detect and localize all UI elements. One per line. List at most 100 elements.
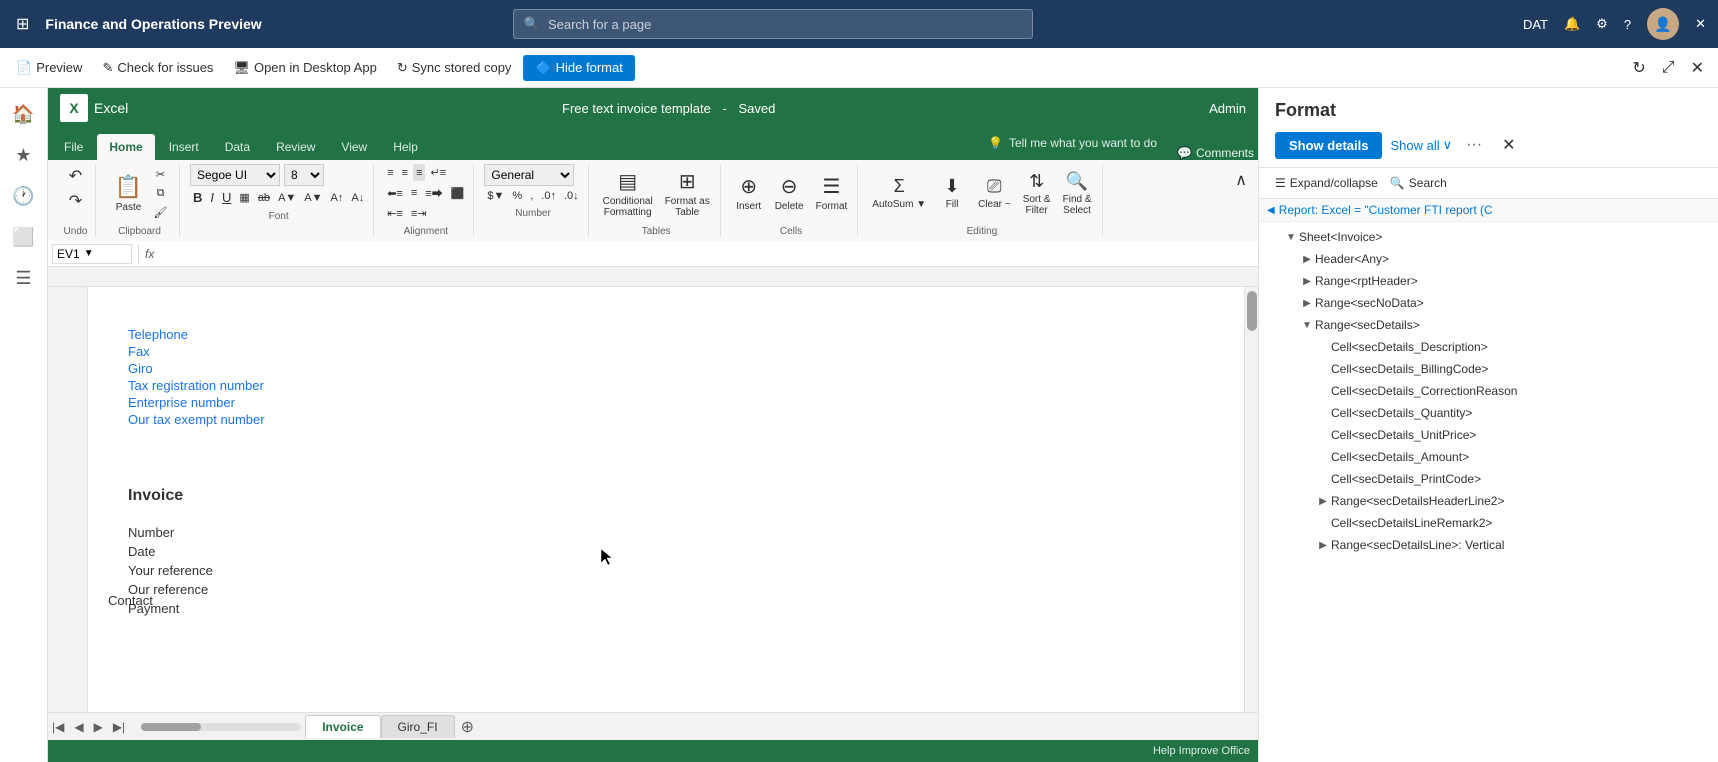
formula-input[interactable] <box>158 247 1254 261</box>
close-panel-button[interactable]: ✕ <box>1685 54 1710 82</box>
more-options-button[interactable]: ··· <box>1460 134 1488 156</box>
sidebar-star-icon[interactable]: ★ <box>7 137 39 174</box>
decrease-decimal-button[interactable]: .0↓ <box>561 188 582 204</box>
close-window-icon[interactable]: ✕ <box>1695 16 1706 32</box>
tree-cell-secDetails-amount[interactable]: ▶ Cell<secDetails_Amount> <box>1259 446 1718 468</box>
help-icon[interactable]: ? <box>1624 17 1631 32</box>
expand-collapse-button[interactable]: ☰ Expand/collapse <box>1275 176 1378 190</box>
sheet-tab-giro-fi[interactable]: Giro_FI <box>381 715 455 738</box>
refresh-button[interactable]: ↻ <box>1626 54 1651 82</box>
fill-button[interactable]: ⬇ Fill <box>934 174 970 212</box>
number-format-select[interactable]: General <box>484 164 574 186</box>
tab-view[interactable]: View <box>329 134 379 160</box>
tab-review[interactable]: Review <box>264 134 327 160</box>
tax-reg-link[interactable]: Tax registration number <box>128 378 1218 393</box>
decrease-indent-button[interactable]: ⇤≡ <box>384 205 406 222</box>
align-right-button[interactable]: ≡⮕ <box>422 183 445 203</box>
tree-cell-secDetails-unitprice[interactable]: ▶ Cell<secDetails_UnitPrice> <box>1259 424 1718 446</box>
add-sheet-button[interactable]: ⊕ <box>455 715 480 739</box>
cut-button[interactable]: ✂ <box>151 166 171 183</box>
highlight-color-button[interactable]: A▼ <box>275 190 299 206</box>
align-left-button[interactable]: ⬅≡ <box>384 183 406 203</box>
tree-cell-secDetails-desc[interactable]: ▶ Cell<secDetails_Description> <box>1259 336 1718 358</box>
sidebar-home-icon[interactable]: 🏠 <box>4 96 42 133</box>
tax-exempt-link[interactable]: Our tax exempt number <box>128 412 1218 427</box>
sort-filter-button[interactable]: ⇅ Sort &Filter <box>1019 169 1055 218</box>
user-avatar[interactable]: 👤 <box>1647 8 1679 40</box>
check-issues-button[interactable]: ✎ Check for issues <box>94 56 221 80</box>
tab-home[interactable]: Home <box>97 134 154 160</box>
settings-icon[interactable]: ⚙ <box>1596 16 1608 32</box>
tree-header-any[interactable]: ▶ Header<Any> <box>1259 248 1718 270</box>
sidebar-modules-icon[interactable]: ☰ <box>7 260 39 297</box>
tree-cell-secDetails-qty[interactable]: ▶ Cell<secDetails_Quantity> <box>1259 402 1718 424</box>
percent-button[interactable]: % <box>509 188 525 204</box>
search-input[interactable] <box>548 17 1022 32</box>
increase-decimal-button[interactable]: .0↑ <box>538 188 559 204</box>
undo-button[interactable]: ↶ <box>66 164 85 188</box>
sidebar-workspace-icon[interactable]: ⬜ <box>4 219 42 256</box>
show-all-button[interactable]: Show all ∨ <box>1390 137 1452 153</box>
copy-button[interactable]: ⧉ <box>151 185 171 202</box>
wrap-text-button[interactable]: ↵≡ <box>427 164 449 181</box>
strikethrough-button[interactable]: ab <box>255 190 273 206</box>
tree-range-secDetailsHeaderLine2[interactable]: ▶ Range<secDetailsHeaderLine2> <box>1259 490 1718 512</box>
tab-file[interactable]: File <box>52 134 95 160</box>
clear-button[interactable]: ⎚ Clear ~ <box>974 174 1015 212</box>
italic-button[interactable]: I <box>207 188 217 207</box>
insert-button[interactable]: ⊕ Insert <box>731 172 767 214</box>
autosum-button[interactable]: Σ AutoSum ▼ <box>868 174 930 212</box>
tab-insert[interactable]: Insert <box>157 134 211 160</box>
horizontal-scrollbar[interactable] <box>141 723 301 731</box>
search-panel-button[interactable]: 🔍 Search <box>1390 176 1447 190</box>
preview-button[interactable]: 📄 Preview <box>8 56 90 80</box>
format-painter-button[interactable]: 🖌 <box>151 204 171 221</box>
close-format-panel-button[interactable]: ✕ <box>1496 131 1521 159</box>
increase-indent-button[interactable]: ≡⇥ <box>408 205 430 222</box>
open-desktop-button[interactable]: 🖥 Open in Desktop App <box>225 56 384 80</box>
sheet-tab-invoice[interactable]: Invoice <box>305 715 380 738</box>
fax-link[interactable]: Fax <box>128 344 1218 359</box>
first-sheet-button[interactable]: |◀ <box>48 718 68 736</box>
prev-sheet-button[interactable]: ◀ <box>70 718 87 736</box>
tab-help[interactable]: Help <box>381 134 430 160</box>
sync-button[interactable]: ↻ Sync stored copy <box>389 56 520 80</box>
underline-button[interactable]: U <box>219 188 234 207</box>
comments-button[interactable]: 💬 Comments <box>1177 146 1254 160</box>
conditional-formatting-button[interactable]: ▤ ConditionalFormatting <box>599 167 657 220</box>
tree-sheet-invoice[interactable]: ▼ Sheet<Invoice> <box>1259 226 1718 248</box>
comma-button[interactable]: , <box>527 188 536 204</box>
increase-font-button[interactable]: A↑ <box>328 190 347 206</box>
align-top-left-button[interactable]: ≡ <box>384 164 396 181</box>
bold-button[interactable]: B <box>190 188 205 207</box>
align-top-center-button[interactable]: ≡ <box>399 164 411 181</box>
next-sheet-button[interactable]: ▶ <box>90 718 107 736</box>
ribbon-tell-me[interactable]: 💡 Tell me what you want to do <box>976 132 1169 154</box>
font-size-select[interactable]: 8 <box>284 164 324 186</box>
border-button[interactable]: ▦ <box>236 189 252 206</box>
name-box[interactable]: EV1 ▼ <box>52 244 132 264</box>
giro-link[interactable]: Giro <box>128 361 1218 376</box>
decrease-font-button[interactable]: A↓ <box>348 190 367 206</box>
currency-button[interactable]: $▼ <box>484 188 507 204</box>
global-search-box[interactable]: 🔍 <box>513 9 1033 39</box>
tree-cell-secDetailsLineRemark2[interactable]: ▶ Cell<secDetailsLineRemark2> <box>1259 512 1718 534</box>
vertical-scrollbar[interactable] <box>1244 267 1258 712</box>
enterprise-link[interactable]: Enterprise number <box>128 395 1218 410</box>
tree-root-node[interactable]: ◀ Report: Excel = "Customer FTI report (… <box>1259 199 1718 222</box>
merge-center-button[interactable]: ⬛ <box>448 183 468 203</box>
tree-cell-secDetails-correction[interactable]: ▶ Cell<secDetails_CorrectionReason <box>1259 380 1718 402</box>
paste-button[interactable]: 📋 Paste <box>109 172 149 215</box>
find-select-button[interactable]: 🔍 Find &Select <box>1059 169 1096 218</box>
sidebar-recent-icon[interactable]: 🕐 <box>4 178 42 215</box>
font-family-select[interactable]: Segoe UI <box>190 164 280 186</box>
format-cells-button[interactable]: ☰ Format <box>812 172 852 214</box>
format-as-table-button[interactable]: ⊞ Format asTable <box>661 167 714 220</box>
tree-cell-secDetails-printcode[interactable]: ▶ Cell<secDetails_PrintCode> <box>1259 468 1718 490</box>
tree-range-secDetails[interactable]: ▼ Range<secDetails> <box>1259 314 1718 336</box>
align-top-right-button[interactable]: ≡ <box>413 164 425 181</box>
tree-range-secDetailsLine[interactable]: ▶ Range<secDetailsLine>: Vertical <box>1259 534 1718 556</box>
tab-data[interactable]: Data <box>213 134 262 160</box>
last-sheet-button[interactable]: ▶| <box>109 718 129 736</box>
grid-menu-icon[interactable]: ⊞ <box>12 10 33 38</box>
